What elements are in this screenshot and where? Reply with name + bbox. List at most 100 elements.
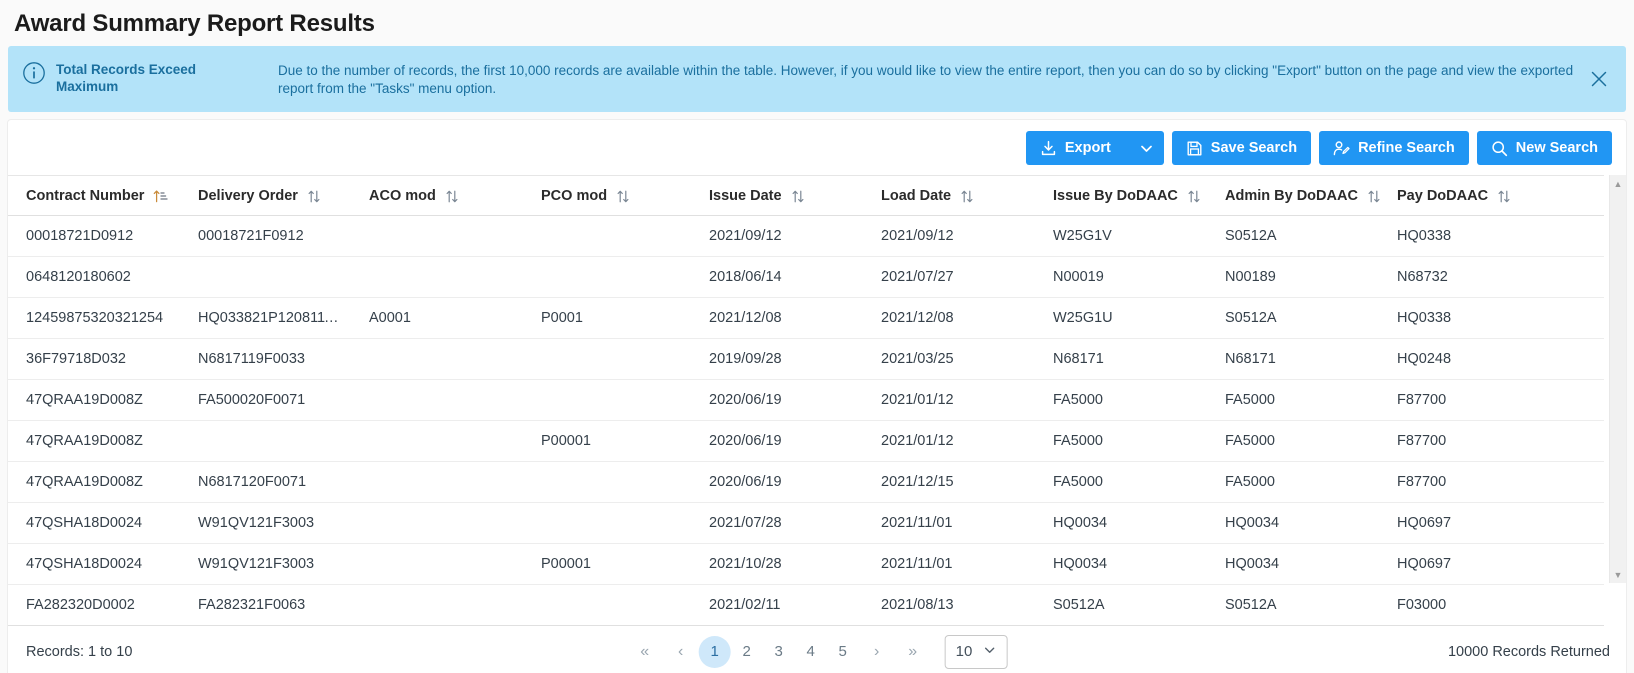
cell-pay-dodaac: F87700: [1379, 420, 1604, 463]
cell-aco-mod: [351, 461, 523, 504]
cell-issue-by-dodaac: FA5000: [1035, 420, 1207, 463]
scroll-up-arrow-icon[interactable]: ▲: [1610, 175, 1626, 192]
pagination-page-1[interactable]: 1: [698, 635, 731, 668]
scrollbar-thumb[interactable]: [1612, 193, 1624, 344]
cell-issue-date: 2019/09/28: [691, 338, 863, 381]
new-search-button[interactable]: New Search: [1476, 131, 1612, 166]
cell-load-date: 2021/11/01: [863, 543, 1035, 586]
sort-toggle-icon[interactable]: [616, 189, 630, 204]
cell-admin-by-dodaac: S0512A: [1207, 584, 1379, 627]
cell-aco-mod: A0001: [351, 297, 523, 340]
cell-pay-dodaac: F87700: [1379, 461, 1604, 504]
table-row[interactable]: 47QRAA19D008Z FA500020F0071 2020/06/19 2…: [8, 379, 1604, 422]
column-header-admin-by-dodaac[interactable]: Admin By DoDAAC: [1207, 175, 1381, 217]
table-row[interactable]: FA282320D0002 FA282321F0063 2021/02/11 2…: [8, 584, 1604, 627]
table-row[interactable]: 36F79718D032 N6817119F0033 2019/09/28 20…: [8, 338, 1604, 381]
cell-admin-by-dodaac: HQ0034: [1207, 502, 1379, 545]
sort-toggle-icon[interactable]: [307, 189, 321, 204]
close-icon[interactable]: [1588, 68, 1610, 90]
column-header-aco-mod[interactable]: ACO mod: [351, 175, 523, 217]
pagination-prev[interactable]: ‹: [663, 636, 699, 668]
sort-toggle-icon[interactable]: [960, 189, 974, 204]
table-row[interactable]: 47QSHA18D0024 W91QV121F3003 P00001 2021/…: [8, 543, 1604, 586]
cell-issue-by-dodaac: W25G1V: [1035, 215, 1207, 258]
scroll-down-arrow-icon[interactable]: ▼: [1610, 566, 1626, 583]
cell-admin-by-dodaac: S0512A: [1207, 297, 1379, 340]
cell-issue-date: 2021/09/12: [691, 215, 863, 258]
column-header-label: Issue By DoDAAC: [1053, 188, 1178, 205]
table-header-row: Contract Number Delivery Order ACO mod P…: [8, 175, 1604, 217]
cell-issue-date: 2021/02/11: [691, 584, 863, 627]
cell-delivery-order: W91QV121F3003: [180, 502, 351, 545]
table-row[interactable]: 47QRAA19D008Z N6817120F0071 2020/06/19 2…: [8, 461, 1604, 504]
cell-aco-mod: [351, 584, 523, 627]
floppy-disk-icon: [1186, 140, 1203, 157]
table-footer: Records: 1 to 10 « ‹ 1 2 3 4 5 › » 10 10…: [8, 626, 1626, 673]
pagination-first[interactable]: «: [627, 636, 663, 668]
column-header-issue-date[interactable]: Issue Date: [691, 175, 863, 217]
pagination-next[interactable]: ›: [859, 636, 895, 668]
pagination-page-5[interactable]: 5: [827, 636, 859, 668]
table-vertical-scrollbar[interactable]: ▲ ▼: [1609, 175, 1626, 584]
column-header-load-date[interactable]: Load Date: [863, 175, 1035, 217]
cell-aco-mod: [351, 338, 523, 381]
cell-pco-mod: P00001: [523, 420, 691, 463]
column-header-label: Delivery Order: [198, 188, 298, 205]
alert-body: Due to the number of records, the first …: [278, 63, 1574, 97]
cell-delivery-order: FA500020F0071: [180, 379, 351, 422]
sort-toggle-icon[interactable]: [791, 189, 805, 204]
save-search-button[interactable]: Save Search: [1171, 131, 1312, 166]
page-size-select[interactable]: 10: [944, 634, 1008, 669]
cell-delivery-order: W91QV121F3003: [180, 543, 351, 586]
column-header-contract-number[interactable]: Contract Number: [8, 175, 180, 217]
cell-admin-by-dodaac: S0512A: [1207, 215, 1379, 258]
sort-toggle-icon[interactable]: [1367, 189, 1381, 204]
cell-pay-dodaac: HQ0338: [1379, 215, 1604, 258]
pagination-page-4[interactable]: 4: [795, 636, 827, 668]
cell-pay-dodaac: HQ0248: [1379, 338, 1604, 381]
export-button-label: Export: [1064, 140, 1111, 157]
sort-toggle-icon[interactable]: [445, 189, 459, 204]
cell-pco-mod: [523, 256, 691, 299]
table-row[interactable]: 00018721D0912 00018721F0912 2021/09/12 2…: [8, 215, 1604, 258]
column-header-issue-by-dodaac[interactable]: Issue By DoDAAC: [1035, 175, 1207, 217]
cell-aco-mod: [351, 215, 523, 258]
cell-pco-mod: [523, 584, 691, 627]
cell-issue-by-dodaac: N68171: [1035, 338, 1207, 381]
cell-issue-by-dodaac: FA5000: [1035, 379, 1207, 422]
refine-search-button[interactable]: Refine Search: [1319, 131, 1469, 166]
cell-pco-mod: P00001: [523, 543, 691, 586]
cell-contract-number: 47QRAA19D008Z: [8, 379, 180, 422]
cell-load-date: 2021/03/25: [863, 338, 1035, 381]
cell-pay-dodaac: HQ0697: [1379, 502, 1604, 545]
table-row[interactable]: 47QRAA19D008Z P00001 2020/06/19 2021/01/…: [8, 420, 1604, 463]
cell-pco-mod: P0001: [523, 297, 691, 340]
pagination-page-3[interactable]: 3: [763, 636, 795, 668]
cell-issue-date: 2021/07/28: [691, 502, 863, 545]
table-row[interactable]: 12459875320321254 HQ033821P120811111 A00…: [8, 297, 1604, 340]
pagination-page-2[interactable]: 2: [731, 636, 763, 668]
cell-issue-by-dodaac: HQ0034: [1035, 502, 1207, 545]
column-header-label: PCO mod: [541, 188, 608, 205]
new-search-button-label: New Search: [1515, 140, 1598, 157]
sort-ascending-icon[interactable]: [153, 189, 169, 204]
cell-contract-number: 0648120180602: [8, 256, 180, 299]
column-header-pco-mod[interactable]: PCO mod: [523, 175, 691, 217]
table-body: 00018721D0912 00018721F0912 2021/09/12 2…: [8, 215, 1604, 627]
results-card: Export Save Search Refine Search New Sea…: [8, 120, 1626, 673]
cell-issue-date: 2020/06/19: [691, 379, 863, 422]
table-row[interactable]: 47QSHA18D0024 W91QV121F3003 2021/07/28 2…: [8, 502, 1604, 545]
results-toolbar: Export Save Search Refine Search New Sea…: [8, 120, 1626, 175]
cell-delivery-order: HQ033821P120811111: [180, 297, 351, 340]
table-row[interactable]: 0648120180602 2018/06/14 2021/07/27 N000…: [8, 256, 1604, 299]
sort-toggle-icon[interactable]: [1187, 189, 1201, 204]
chevron-down-icon[interactable]: [1139, 141, 1154, 156]
column-header-pay-dodaac[interactable]: Pay DoDAAC: [1379, 175, 1604, 217]
export-button[interactable]: Export: [1025, 131, 1164, 166]
user-edit-icon: [1333, 140, 1350, 157]
column-header-delivery-order[interactable]: Delivery Order: [180, 175, 351, 217]
cell-issue-by-dodaac: HQ0034: [1035, 543, 1207, 586]
pagination-last[interactable]: »: [895, 636, 931, 668]
pagination: « ‹ 1 2 3 4 5 › » 10: [627, 634, 1008, 669]
sort-toggle-icon[interactable]: [1497, 189, 1511, 204]
